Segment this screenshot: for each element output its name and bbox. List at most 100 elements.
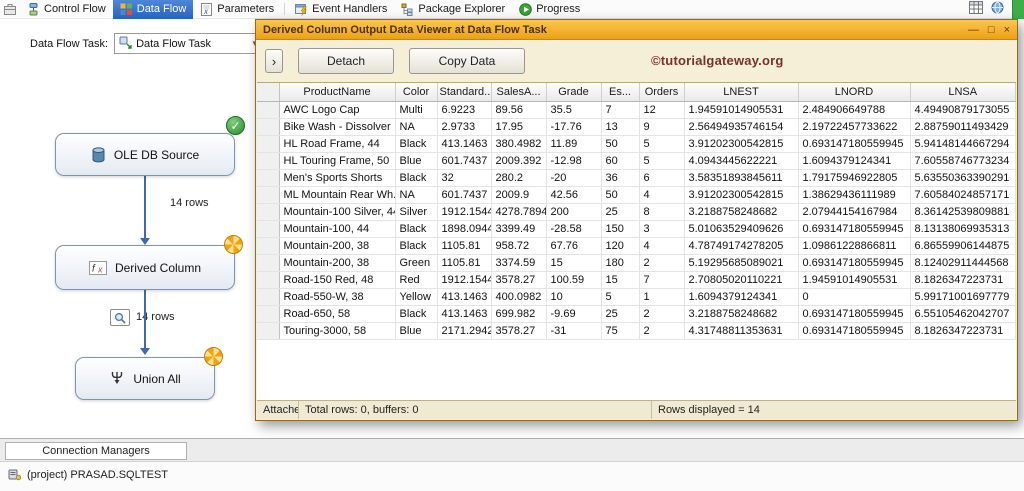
grid-cell[interactable]: 7 bbox=[601, 101, 639, 118]
row-margin[interactable] bbox=[257, 135, 279, 152]
connection-managers-header[interactable]: Connection Managers bbox=[5, 442, 187, 460]
grid-cell[interactable]: 8.36142539809881 bbox=[910, 203, 1016, 220]
globe-panel-icon[interactable] bbox=[991, 1, 1004, 17]
grid-cell[interactable]: 200 bbox=[546, 203, 601, 220]
grid-cell[interactable]: Black bbox=[395, 305, 437, 322]
flow-connector[interactable] bbox=[144, 176, 146, 238]
grid-panel-icon[interactable] bbox=[969, 1, 983, 17]
grid-cell[interactable]: 1912.1544 bbox=[437, 271, 491, 288]
grid-cell[interactable]: 42.56 bbox=[546, 186, 601, 203]
grid-cell[interactable]: 2009.392 bbox=[491, 152, 546, 169]
tab-data-flow[interactable]: Data Flow bbox=[113, 0, 194, 19]
grid-cell[interactable]: 15 bbox=[601, 271, 639, 288]
grid-cell[interactable]: Black bbox=[395, 135, 437, 152]
row-margin[interactable] bbox=[257, 118, 279, 135]
table-row[interactable]: Touring-3000, 58Blue2171.29423578.27-317… bbox=[257, 322, 1016, 339]
grid-cell[interactable]: Black bbox=[395, 169, 437, 186]
grid-column-header[interactable]: Color bbox=[395, 83, 437, 101]
grid-column-header[interactable]: Es... bbox=[601, 83, 639, 101]
grid-cell[interactable]: 8.13138069935313 bbox=[910, 220, 1016, 237]
grid-cell[interactable]: 3.91202300542815 bbox=[684, 135, 798, 152]
table-row[interactable]: HL Touring Frame, 50Blue601.74372009.392… bbox=[257, 152, 1016, 169]
grid-cell[interactable]: 413.1463 bbox=[437, 288, 491, 305]
grid-cell[interactable]: 280.2 bbox=[491, 169, 546, 186]
grid-cell[interactable]: 50 bbox=[601, 135, 639, 152]
grid-cell[interactable]: 601.7437 bbox=[437, 186, 491, 203]
grid-cell[interactable]: 7.60558746773234 bbox=[910, 152, 1016, 169]
grid-cell[interactable]: Bike Wash - Dissolver bbox=[279, 118, 395, 135]
grid-cell[interactable]: Mountain-100 Silver, 44 bbox=[279, 203, 395, 220]
grid-cell[interactable]: 12 bbox=[639, 101, 684, 118]
grid-cell[interactable]: 2009.9 bbox=[491, 186, 546, 203]
grid-cell[interactable]: 4.78749174278205 bbox=[684, 237, 798, 254]
grid-cell[interactable]: 50 bbox=[601, 186, 639, 203]
grid-cell[interactable]: 2 bbox=[639, 305, 684, 322]
table-row[interactable]: HL Road Frame, 44Black413.1463380.498211… bbox=[257, 135, 1016, 152]
grid-cell[interactable]: 25 bbox=[601, 203, 639, 220]
grid-cell[interactable]: 601.7437 bbox=[437, 152, 491, 169]
grid-cell[interactable]: 1912.1544 bbox=[437, 203, 491, 220]
grid-cell[interactable]: 2.88759011493429 bbox=[910, 118, 1016, 135]
table-row[interactable]: Road-650, 58Black413.1463699.982-9.69252… bbox=[257, 305, 1016, 322]
grid-cell[interactable]: 17.95 bbox=[491, 118, 546, 135]
dialog-title-bar[interactable]: Derived Column Output Data Viewer at Dat… bbox=[256, 20, 1017, 40]
table-row[interactable]: Mountain-200, 38Black1105.81958.7267.761… bbox=[257, 237, 1016, 254]
grid-cell[interactable]: 5.99171001697779 bbox=[910, 288, 1016, 305]
node-union-all[interactable]: Union All bbox=[75, 357, 215, 400]
grid-cell[interactable]: 2 bbox=[639, 254, 684, 271]
grid-cell[interactable]: 36 bbox=[601, 169, 639, 186]
grid-cell[interactable]: 2.56494935746154 bbox=[684, 118, 798, 135]
grid-cell[interactable]: 89.56 bbox=[491, 101, 546, 118]
grid-cell[interactable]: 7.60584024857171 bbox=[910, 186, 1016, 203]
tab-progress[interactable]: Progress bbox=[512, 0, 587, 19]
tab-parameters[interactable]: x Parameters bbox=[193, 0, 281, 19]
grid-column-header[interactable]: Standard... bbox=[437, 83, 491, 101]
grid-cell[interactable]: 3.58351893845611 bbox=[684, 169, 798, 186]
grid-cell[interactable]: Green bbox=[395, 254, 437, 271]
grid-column-header[interactable]: LNORD bbox=[798, 83, 910, 101]
grid-cell[interactable]: 9 bbox=[639, 118, 684, 135]
row-margin[interactable] bbox=[257, 152, 279, 169]
toolbox-icon[interactable] bbox=[0, 3, 20, 15]
grid-cell[interactable]: Yellow bbox=[395, 288, 437, 305]
grid-cell[interactable]: 0.693147180559945 bbox=[798, 135, 910, 152]
grid-cell[interactable]: 6.86559906144875 bbox=[910, 237, 1016, 254]
row-margin[interactable] bbox=[257, 288, 279, 305]
grid-cell[interactable]: Multi bbox=[395, 101, 437, 118]
grid-cell[interactable]: 67.76 bbox=[546, 237, 601, 254]
table-row[interactable]: Road-550-W, 38Yellow413.1463400.09821051… bbox=[257, 288, 1016, 305]
grid-cell[interactable]: 100.59 bbox=[546, 271, 601, 288]
grid-cell[interactable]: 1898.0944 bbox=[437, 220, 491, 237]
grid-cell[interactable]: 1105.81 bbox=[437, 237, 491, 254]
tab-event-handlers[interactable]: Event Handlers bbox=[288, 0, 394, 19]
grid-cell[interactable]: -31 bbox=[546, 322, 601, 339]
grid-cell[interactable]: 4 bbox=[639, 186, 684, 203]
grid-cell[interactable]: Road-150 Red, 48 bbox=[279, 271, 395, 288]
grid-cell[interactable]: Mountain-200, 38 bbox=[279, 237, 395, 254]
grid-cell[interactable]: Mountain-100, 44 bbox=[279, 220, 395, 237]
node-ole-db-source[interactable]: OLE DB Source bbox=[55, 133, 235, 176]
grid-cell[interactable]: 3 bbox=[639, 220, 684, 237]
detach-button[interactable]: Detach bbox=[298, 48, 394, 74]
grid-column-header[interactable]: LNEST bbox=[684, 83, 798, 101]
tab-control-flow[interactable]: Control Flow bbox=[20, 0, 113, 19]
grid-cell[interactable]: 5.94148144667294 bbox=[910, 135, 1016, 152]
grid-cell[interactable]: 2.9733 bbox=[437, 118, 491, 135]
grid-cell[interactable]: 2.484906649788 bbox=[798, 101, 910, 118]
minimize-button[interactable]: — bbox=[968, 24, 979, 36]
close-button[interactable]: × bbox=[1004, 24, 1010, 36]
row-margin[interactable] bbox=[257, 237, 279, 254]
grid-cell[interactable]: 1.6094379124341 bbox=[798, 152, 910, 169]
grid-cell[interactable]: 3578.27 bbox=[491, 271, 546, 288]
grid-cell[interactable]: 413.1463 bbox=[437, 305, 491, 322]
grid-cell[interactable]: -20 bbox=[546, 169, 601, 186]
grid-cell[interactable]: 699.982 bbox=[491, 305, 546, 322]
maximize-button[interactable]: □ bbox=[988, 24, 995, 36]
grid-cell[interactable]: -28.58 bbox=[546, 220, 601, 237]
grid-cell[interactable]: 11.89 bbox=[546, 135, 601, 152]
grid-column-header[interactable]: SalesA... bbox=[491, 83, 546, 101]
grid-cell[interactable]: 8 bbox=[639, 203, 684, 220]
grid-cell[interactable]: AWC Logo Cap bbox=[279, 101, 395, 118]
grid-cell[interactable]: 2.07944154167984 bbox=[798, 203, 910, 220]
grid-cell[interactable]: 380.4982 bbox=[491, 135, 546, 152]
